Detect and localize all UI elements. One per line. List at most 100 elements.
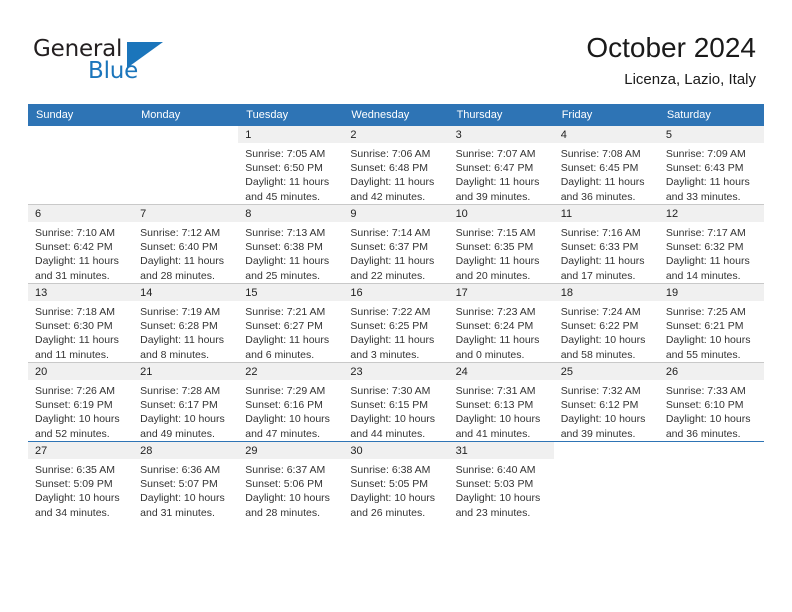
day-details: Sunrise: 7:29 AM Sunset: 6:16 PM Daylight:… <box>238 380 343 441</box>
daylight-text: Daylight: 10 hours and 44 minutes. <box>350 413 436 440</box>
day-details: Sunrise: 7:16 AM Sunset: 6:33 PM Daylight:… <box>554 222 659 283</box>
sunrise-text: Sunrise: 7:23 AM <box>455 306 536 318</box>
sunrise-text: Sunrise: 7:28 AM <box>140 385 221 397</box>
day-number: 2 <box>343 126 449 143</box>
day-details: Sunrise: 7:22 AM Sunset: 6:25 PM Daylight:… <box>343 301 448 362</box>
calendar-day-cell[interactable]: 24 Sunrise: 7:31 AM Sunset: 6:13 PM Dayligh… <box>448 362 554 442</box>
daylight-text: Daylight: 10 hours and 39 minutes. <box>560 413 646 440</box>
day-details: Sunrise: 7:07 AM Sunset: 6:47 PM Daylight:… <box>449 143 554 204</box>
daylight-text: Daylight: 11 hours and 45 minutes. <box>245 176 330 203</box>
title-block: October 2024 Licenza, Lazio, Italy <box>586 30 756 91</box>
calendar-day-cell[interactable]: 26 Sunrise: 7:33 AM Sunset: 6:10 PM Dayligh… <box>658 362 764 442</box>
day-details: Sunrise: 6:37 AM Sunset: 5:06 PM Daylight:… <box>238 459 343 520</box>
calendar-week-row: 1 Sunrise: 7:05 AM Sunset: 6:50 PM Daylight… <box>28 126 764 205</box>
day-number: 27 <box>28 442 134 459</box>
day-details: Sunrise: 7:28 AM Sunset: 6:17 PM Daylight:… <box>133 380 238 441</box>
calendar-day-cell[interactable]: 18 Sunrise: 7:24 AM Sunset: 6:22 PM Dayligh… <box>553 283 659 363</box>
calendar-day-cell[interactable]: 20 Sunrise: 7:26 AM Sunset: 6:19 PM Dayligh… <box>28 362 134 442</box>
sunrise-text: Sunrise: 7:09 AM <box>665 148 746 160</box>
sunrise-text: Sunrise: 6:38 AM <box>350 464 431 476</box>
sunset-text: Sunset: 6:10 PM <box>665 399 744 412</box>
calendar-day-cell[interactable]: 11 Sunrise: 7:16 AM Sunset: 6:33 PM Dayligh… <box>553 204 659 284</box>
day-details: Sunrise: 6:38 AM Sunset: 5:05 PM Daylight:… <box>343 459 448 520</box>
calendar-day-cell[interactable]: 22 Sunrise: 7:29 AM Sunset: 6:16 PM Dayligh… <box>238 362 344 442</box>
sunrise-text: Sunrise: 6:36 AM <box>140 464 221 476</box>
sunrise-text: Sunrise: 7:13 AM <box>245 227 326 239</box>
sunset-text: Sunset: 6:38 PM <box>245 241 323 254</box>
sunset-text: Sunset: 6:35 PM <box>455 241 534 254</box>
calendar-day-cell[interactable]: 19 Sunrise: 7:25 AM Sunset: 6:21 PM Dayligh… <box>658 283 764 363</box>
sunrise-text: Sunrise: 7:25 AM <box>665 306 746 318</box>
day-number: 21 <box>133 363 239 380</box>
sunrise-text: Sunrise: 7:24 AM <box>560 306 641 318</box>
day-number: 10 <box>448 205 554 222</box>
daylight-text: Daylight: 10 hours and 49 minutes. <box>140 413 225 440</box>
brand-logo[interactable]: General Blue <box>33 36 213 88</box>
sunrise-text: Sunrise: 7:21 AM <box>245 306 326 318</box>
calendar-day-cell[interactable]: 25 Sunrise: 7:32 AM Sunset: 6:12 PM Dayligh… <box>553 362 659 442</box>
day-details: Sunrise: 7:14 AM Sunset: 6:37 PM Daylight:… <box>343 222 448 283</box>
day-number: 31 <box>448 442 554 459</box>
calendar-day-cell[interactable]: 29 Sunrise: 6:37 AM Sunset: 5:06 PM Dayligh… <box>238 441 344 520</box>
calendar-day-cell[interactable]: 16 Sunrise: 7:22 AM Sunset: 6:25 PM Dayligh… <box>343 283 449 363</box>
weekday-header-thursday: Thursday <box>448 104 554 126</box>
calendar-day-cell-empty <box>553 441 659 520</box>
calendar-day-cell[interactable]: 12 Sunrise: 7:17 AM Sunset: 6:32 PM Dayligh… <box>658 204 764 284</box>
calendar-day-cell[interactable]: 14 Sunrise: 7:19 AM Sunset: 6:28 PM Dayligh… <box>133 283 239 363</box>
day-number: 29 <box>238 442 344 459</box>
day-details: Sunrise: 7:24 AM Sunset: 6:22 PM Daylight:… <box>554 301 659 362</box>
calendar-day-cell[interactable]: 17 Sunrise: 7:23 AM Sunset: 6:24 PM Dayligh… <box>448 283 554 363</box>
daylight-text: Daylight: 11 hours and 8 minutes. <box>140 334 224 361</box>
day-number: 18 <box>553 284 659 301</box>
day-number: 14 <box>133 284 239 301</box>
calendar-day-cell[interactable]: 30 Sunrise: 6:38 AM Sunset: 5:05 PM Dayligh… <box>343 441 449 520</box>
calendar-day-cell[interactable]: 1 Sunrise: 7:05 AM Sunset: 6:50 PM Daylight… <box>238 126 344 205</box>
sunrise-text: Sunrise: 7:16 AM <box>560 227 641 239</box>
calendar-day-cell[interactable]: 15 Sunrise: 7:21 AM Sunset: 6:27 PM Dayligh… <box>238 283 344 363</box>
sunset-text: Sunset: 6:32 PM <box>665 241 744 254</box>
calendar-grid: Sunday Monday Tuesday Wednesday Thursday… <box>28 104 764 520</box>
calendar-day-cell[interactable]: 4 Sunrise: 7:08 AM Sunset: 6:45 PM Daylight… <box>553 126 659 205</box>
calendar-day-cell[interactable]: 7 Sunrise: 7:12 AM Sunset: 6:40 PM Daylight… <box>133 204 239 284</box>
sunset-text: Sunset: 6:12 PM <box>560 399 639 412</box>
sunset-text: Sunset: 6:33 PM <box>560 241 639 254</box>
calendar-day-cell[interactable]: 5 Sunrise: 7:09 AM Sunset: 6:43 PM Daylight… <box>658 126 764 205</box>
day-details: Sunrise: 7:23 AM Sunset: 6:24 PM Daylight:… <box>449 301 554 362</box>
calendar-day-cell[interactable]: 8 Sunrise: 7:13 AM Sunset: 6:38 PM Daylight… <box>238 204 344 284</box>
sunset-text: Sunset: 6:24 PM <box>455 320 534 333</box>
sunset-text: Sunset: 6:19 PM <box>35 399 113 412</box>
calendar-week-row: 13 Sunrise: 7:18 AM Sunset: 6:30 PM Dayligh… <box>28 283 764 363</box>
daylight-text: Daylight: 11 hours and 11 minutes. <box>35 334 119 361</box>
day-number: 4 <box>553 126 659 143</box>
calendar-page: General Blue October 2024 Licenza, Lazio… <box>0 0 792 612</box>
calendar-day-cell[interactable]: 3 Sunrise: 7:07 AM Sunset: 6:47 PM Daylight… <box>448 126 554 205</box>
calendar-day-cell[interactable]: 9 Sunrise: 7:14 AM Sunset: 6:37 PM Daylight… <box>343 204 449 284</box>
calendar-day-cell-empty <box>658 441 764 520</box>
sunrise-text: Sunrise: 7:26 AM <box>35 385 115 397</box>
calendar-day-cell[interactable]: 23 Sunrise: 7:30 AM Sunset: 6:15 PM Dayligh… <box>343 362 449 442</box>
calendar-day-cell[interactable]: 6 Sunrise: 7:10 AM Sunset: 6:42 PM Daylight… <box>28 204 134 284</box>
day-details: Sunrise: 7:17 AM Sunset: 6:32 PM Daylight:… <box>659 222 764 283</box>
calendar-day-cell[interactable]: 28 Sunrise: 6:36 AM Sunset: 5:07 PM Dayligh… <box>133 441 239 520</box>
calendar-day-cell[interactable]: 21 Sunrise: 7:28 AM Sunset: 6:17 PM Dayligh… <box>133 362 239 442</box>
day-details: Sunrise: 7:32 AM Sunset: 6:12 PM Daylight:… <box>554 380 659 441</box>
daylight-text: Daylight: 10 hours and 23 minutes. <box>455 492 541 519</box>
day-number: 20 <box>28 363 134 380</box>
day-number <box>554 442 659 459</box>
sunset-text: Sunset: 6:30 PM <box>35 320 113 333</box>
calendar-day-cell[interactable]: 2 Sunrise: 7:06 AM Sunset: 6:48 PM Daylight… <box>343 126 449 205</box>
day-details: Sunrise: 6:40 AM Sunset: 5:03 PM Daylight:… <box>449 459 554 520</box>
day-number: 15 <box>238 284 344 301</box>
daylight-text: Daylight: 10 hours and 52 minutes. <box>35 413 120 440</box>
calendar-day-cell[interactable]: 10 Sunrise: 7:15 AM Sunset: 6:35 PM Dayligh… <box>448 204 554 284</box>
sunset-text: Sunset: 6:40 PM <box>140 241 218 254</box>
sunrise-text: Sunrise: 7:06 AM <box>350 148 431 160</box>
page-title: October 2024 <box>586 32 756 63</box>
sunrise-text: Sunrise: 7:14 AM <box>350 227 431 239</box>
calendar-week-row: 27 Sunrise: 6:35 AM Sunset: 5:09 PM Dayligh… <box>28 441 764 520</box>
weekday-header-saturday: Saturday <box>658 104 764 126</box>
sunset-text: Sunset: 6:42 PM <box>35 241 113 254</box>
calendar-day-cell[interactable]: 27 Sunrise: 6:35 AM Sunset: 5:09 PM Dayligh… <box>28 441 134 520</box>
calendar-day-cell[interactable]: 31 Sunrise: 6:40 AM Sunset: 5:03 PM Dayligh… <box>448 441 554 520</box>
calendar-day-cell[interactable]: 13 Sunrise: 7:18 AM Sunset: 6:30 PM Dayligh… <box>28 283 134 363</box>
